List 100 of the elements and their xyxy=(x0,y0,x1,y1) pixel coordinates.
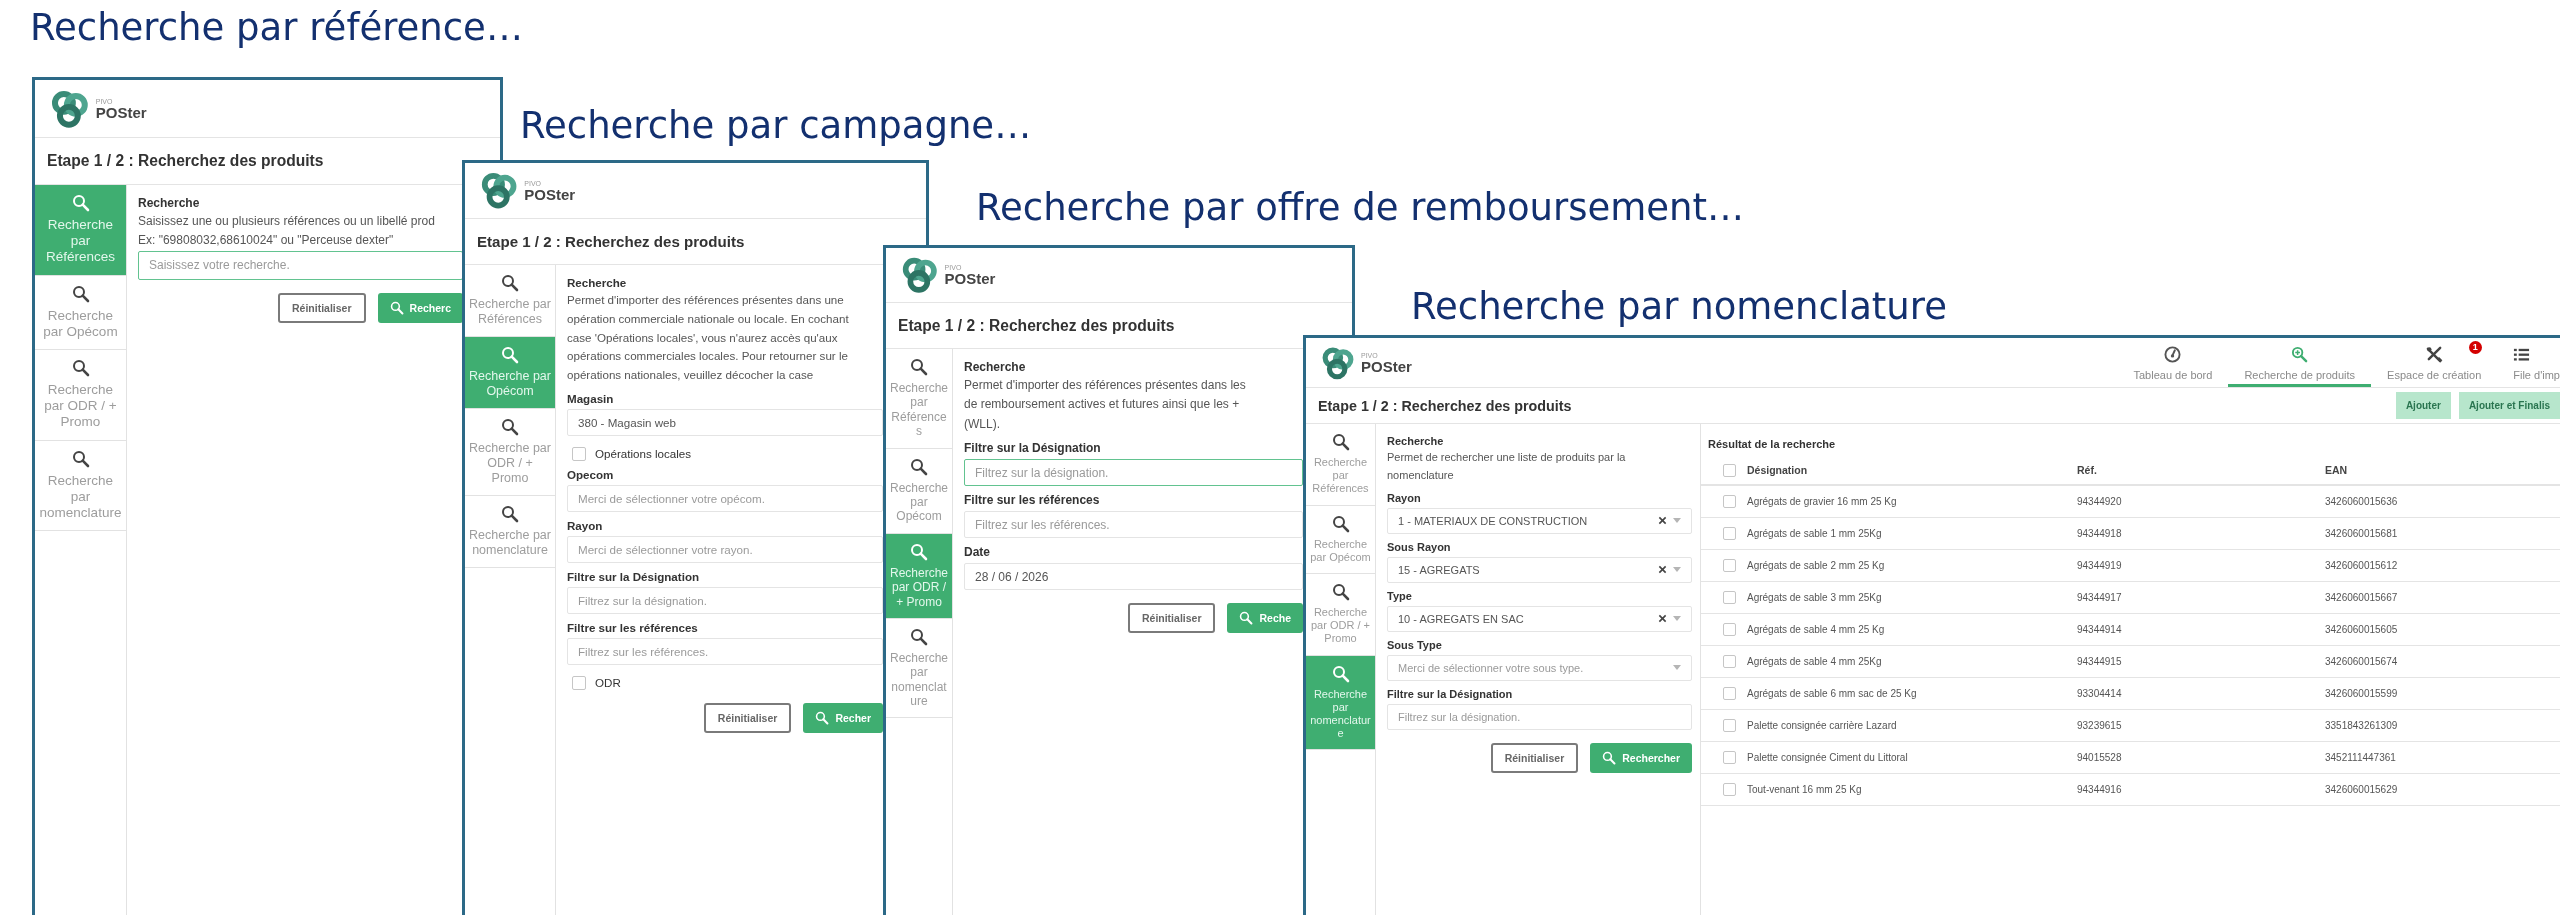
input-field[interactable]: Saisissez votre recherche. xyxy=(138,250,463,280)
row-checkbox[interactable] xyxy=(1723,591,1736,604)
row-checkbox[interactable] xyxy=(1723,559,1736,572)
slide-caption: Recherche par référence… xyxy=(30,6,523,49)
reset-button[interactable]: Réinitialiser xyxy=(1127,603,1216,634)
field-label: Filtre sur les références xyxy=(964,493,1101,508)
select-field[interactable]: 10 - AGREGATS EN SAC xyxy=(1387,605,1692,632)
input-field[interactable]: Filtrez sur les références. xyxy=(964,511,1303,539)
sidebar-item[interactable]: Recherche par nomenclature xyxy=(1306,655,1375,751)
row-checkbox[interactable] xyxy=(1723,655,1736,668)
section-heading: Recherche xyxy=(1387,435,1445,447)
input-field[interactable]: 380 - Magasin web xyxy=(567,408,883,436)
search-button[interactable]: Reche xyxy=(1227,603,1303,634)
sidebar-item[interactable]: Recherche par ODR / + Promo xyxy=(1306,573,1375,656)
caret-icon xyxy=(1673,567,1681,573)
section-heading: Recherche xyxy=(138,196,201,210)
reset-button[interactable]: Réinitialiser xyxy=(1490,742,1579,773)
input-field[interactable]: Filtrez sur la désignation. xyxy=(964,459,1303,487)
select-field[interactable]: 1 - MATERIAUX DE CONSTRUCTION xyxy=(1387,507,1692,534)
tools-icon xyxy=(2425,345,2443,363)
search-button[interactable]: Rechercher xyxy=(1590,742,1692,773)
nav-tab[interactable]: 1 Espace de création xyxy=(2371,338,2498,387)
input-field[interactable]: Merci de sélectionner votre opécom. xyxy=(567,484,883,512)
logo-product-text: POSter xyxy=(1361,358,1412,374)
logo-product-text: POSter xyxy=(524,186,576,202)
zoom-in-icon xyxy=(2291,345,2309,363)
nav-tab[interactable]: Recherche de produits xyxy=(2228,338,2372,387)
clear-icon xyxy=(1658,516,1667,526)
sidebar-item[interactable]: Recherche par ODR / + Promo xyxy=(886,533,952,619)
table-cell-text: 3426060015674 xyxy=(2325,656,2399,667)
table-cell-text: 3426060015629 xyxy=(2325,784,2399,795)
table-cell-text: 94344915 xyxy=(2077,656,2123,667)
row-checkbox[interactable] xyxy=(1723,687,1736,700)
table-cell-text: 94344919 xyxy=(2077,560,2123,571)
nav-tab[interactable]: File d'imp xyxy=(2497,338,2560,387)
input-field[interactable]: Filtrez sur la désignation. xyxy=(1387,703,1692,730)
reset-button[interactable]: Réinitialiser xyxy=(278,292,366,323)
search-icon xyxy=(501,505,519,523)
clear-icon xyxy=(1658,614,1667,624)
sidebar-item[interactable]: Recherche par Opécom xyxy=(886,448,952,534)
row-checkbox[interactable] xyxy=(1723,719,1736,732)
checkbox[interactable] xyxy=(572,446,586,461)
search-icon xyxy=(910,627,928,646)
table-cell-text: 93239615 xyxy=(2077,720,2123,731)
field-label: Filtre sur la Désignation xyxy=(1387,687,1514,700)
table-cell-text: 94344917 xyxy=(2077,592,2123,603)
field-label: Rayon xyxy=(1387,491,1422,504)
select-all-checkbox[interactable] xyxy=(1723,463,1736,477)
sidebar-item[interactable]: Recherche par Références xyxy=(1306,424,1375,506)
search-button[interactable]: Recher xyxy=(803,702,883,733)
input-field[interactable]: Filtrez sur les références. xyxy=(567,637,883,665)
description-text: Saisissez une ou plusieurs références ou un libellé prod Ex: "69808032,68610024" ou "Perceuse dexter" xyxy=(138,213,436,250)
table-cell-text: 3426060015667 xyxy=(2325,592,2399,603)
field-label: Rayon xyxy=(567,518,604,532)
field-label: Magasin xyxy=(567,391,615,405)
sidebar-item[interactable]: Recherche par ODR / + Promo xyxy=(35,349,126,441)
row-checkbox[interactable] xyxy=(1723,783,1736,796)
field-label: Sous Type xyxy=(1387,638,1443,651)
sidebar-item[interactable]: Recherche par nomenclature xyxy=(35,440,126,532)
sidebar-item[interactable]: Recherche par Opécom xyxy=(465,337,555,409)
sidebar-item[interactable]: Recherche par Opécom xyxy=(35,275,126,350)
step-title: Etape 1 / 2 : Recherchez des produits xyxy=(1318,397,1572,414)
row-checkbox[interactable] xyxy=(1723,495,1736,508)
search-button[interactable]: Recherc xyxy=(377,292,463,323)
table-cell: Agrégats de sable 6 mm sac de 25 Kg xyxy=(1747,688,1917,699)
table-cell-text: 3426060015612 xyxy=(2325,560,2399,571)
search-icon xyxy=(71,449,90,468)
table-cell: Tout-venant 16 mm 25 Kg xyxy=(1747,784,1862,795)
select-field[interactable]: 15 - AGREGATS xyxy=(1387,556,1692,583)
select-field[interactable]: Merci de sélectionner votre sous type. xyxy=(1387,654,1692,681)
input-field[interactable]: 28 / 06 / 2026 xyxy=(964,563,1303,591)
checkbox[interactable] xyxy=(572,675,586,690)
input-field[interactable]: Merci de sélectionner votre rayon. xyxy=(567,535,883,563)
table-cell: Agrégats de gravier 16 mm 25 Kg xyxy=(1747,496,1897,507)
search-icon xyxy=(71,284,90,303)
sidebar-item[interactable]: Recherche par Opécom xyxy=(1306,505,1375,574)
row-checkbox[interactable] xyxy=(1723,527,1736,540)
nav-tab[interactable]: Tableau de bord xyxy=(2117,338,2229,387)
table-cell-text: 94344914 xyxy=(2077,624,2123,635)
sidebar-item[interactable]: Recherche par Références xyxy=(35,185,126,276)
results-title: Résultat de la recherche xyxy=(1708,438,1837,450)
sidebar-item[interactable]: Recherche par nomenclature xyxy=(886,618,952,719)
section-heading: Recherche xyxy=(567,276,628,289)
input-field[interactable]: Filtrez sur la désignation. xyxy=(567,586,883,614)
table-cell-text: 3452111447361 xyxy=(2325,752,2397,763)
sidebar-item[interactable]: Recherche par nomenclature xyxy=(465,496,555,568)
checkbox-label: ODR xyxy=(595,676,621,690)
row-checkbox[interactable] xyxy=(1723,751,1736,764)
column-header: Réf. xyxy=(2077,464,2098,476)
field-label: Filtre sur la Désignation xyxy=(567,569,701,583)
slide-caption: Recherche par nomenclature xyxy=(1411,285,1947,328)
sidebar-item[interactable]: Recherche par Références xyxy=(886,349,952,449)
table-cell-text: 3426060015605 xyxy=(2325,624,2399,635)
table-cell-text: 3426060015599 xyxy=(2325,688,2399,699)
table-cell: Palette consignée carrière Lazard xyxy=(1747,720,1897,731)
search-icon xyxy=(910,358,928,376)
step-title: Etape 1 / 2 : Recherchez des produits xyxy=(898,316,1175,335)
row-checkbox[interactable] xyxy=(1723,623,1736,636)
reset-button[interactable]: Réinitialiser xyxy=(703,702,792,733)
sidebar-item[interactable]: Recherche par ODR / + Promo xyxy=(465,409,555,496)
